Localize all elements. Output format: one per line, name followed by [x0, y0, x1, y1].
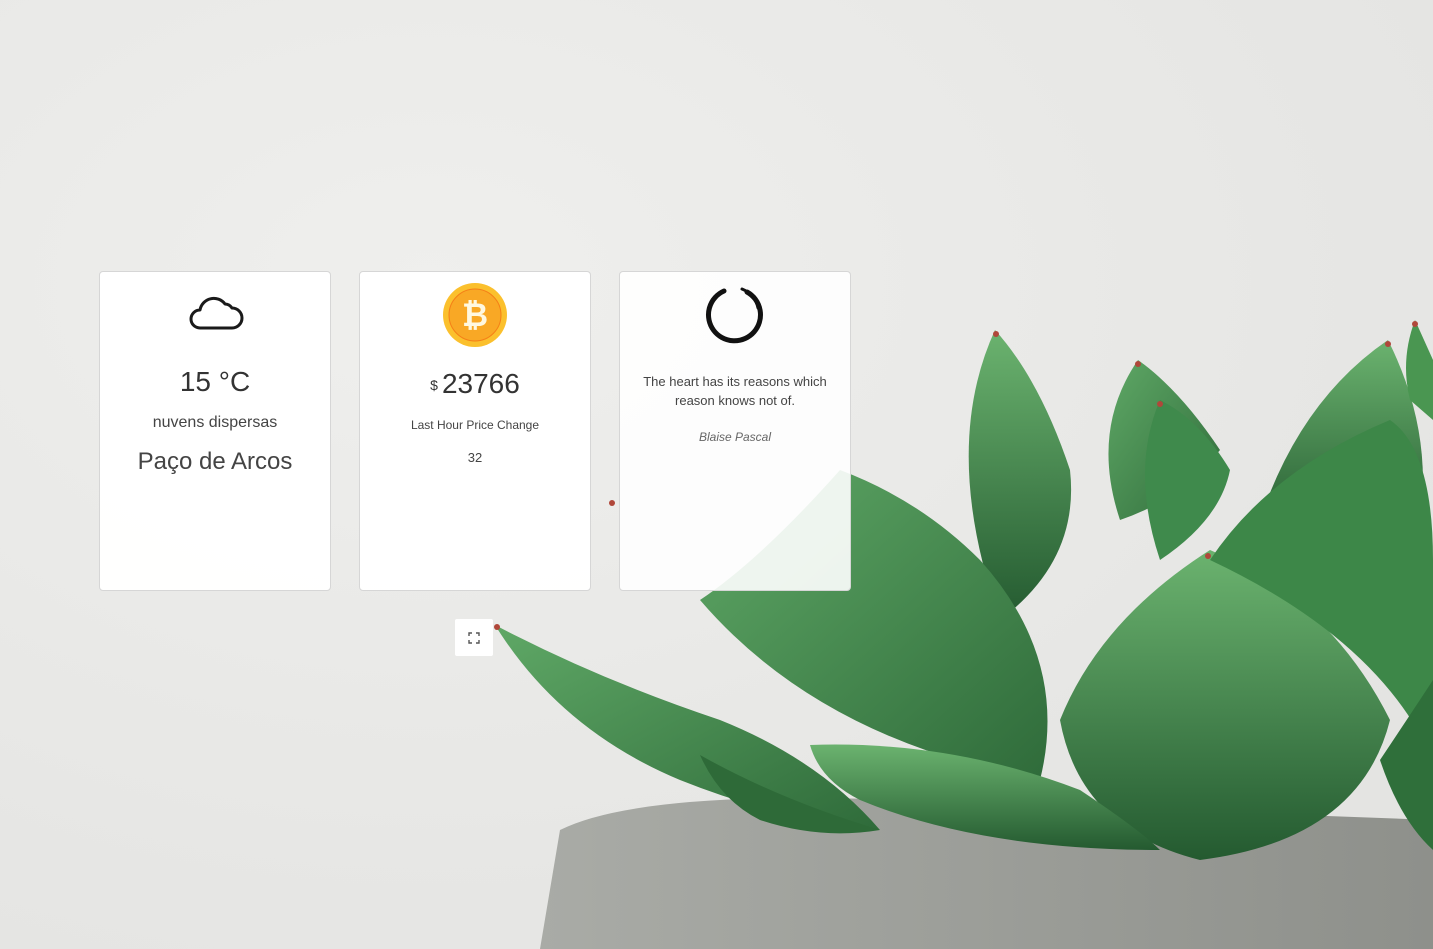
- price-change-value: 32: [467, 450, 483, 465]
- expand-icon: [468, 631, 480, 644]
- weather-card: 15 °C nuvens dispersas Paço de Arcos: [99, 271, 331, 591]
- city-name: Paço de Arcos: [137, 448, 293, 475]
- price-row: $23766: [360, 368, 590, 400]
- weather-description: nuvens dispersas: [152, 414, 278, 431]
- price-value: 23766: [441, 368, 520, 399]
- price-change-label: Last Hour Price Change: [410, 418, 540, 432]
- cloud-icon: [189, 296, 244, 330]
- currency-symbol: $: [430, 377, 438, 393]
- bitcoin-icon: ₿: [443, 283, 507, 347]
- quote-author: Blaise Pascal: [698, 430, 772, 444]
- enso-circle-icon: [705, 287, 763, 344]
- quote-card: The heart has its reasons which reason k…: [619, 271, 851, 591]
- svg-text:₿: ₿: [462, 296, 488, 334]
- bitcoin-price-card: ₿ $23766 Last Hour Price Change 32: [359, 271, 591, 591]
- quote-text: The heart has its reasons which reason k…: [643, 374, 827, 408]
- temperature-value: 15 °C: [179, 366, 251, 397]
- fullscreen-button[interactable]: [455, 619, 493, 656]
